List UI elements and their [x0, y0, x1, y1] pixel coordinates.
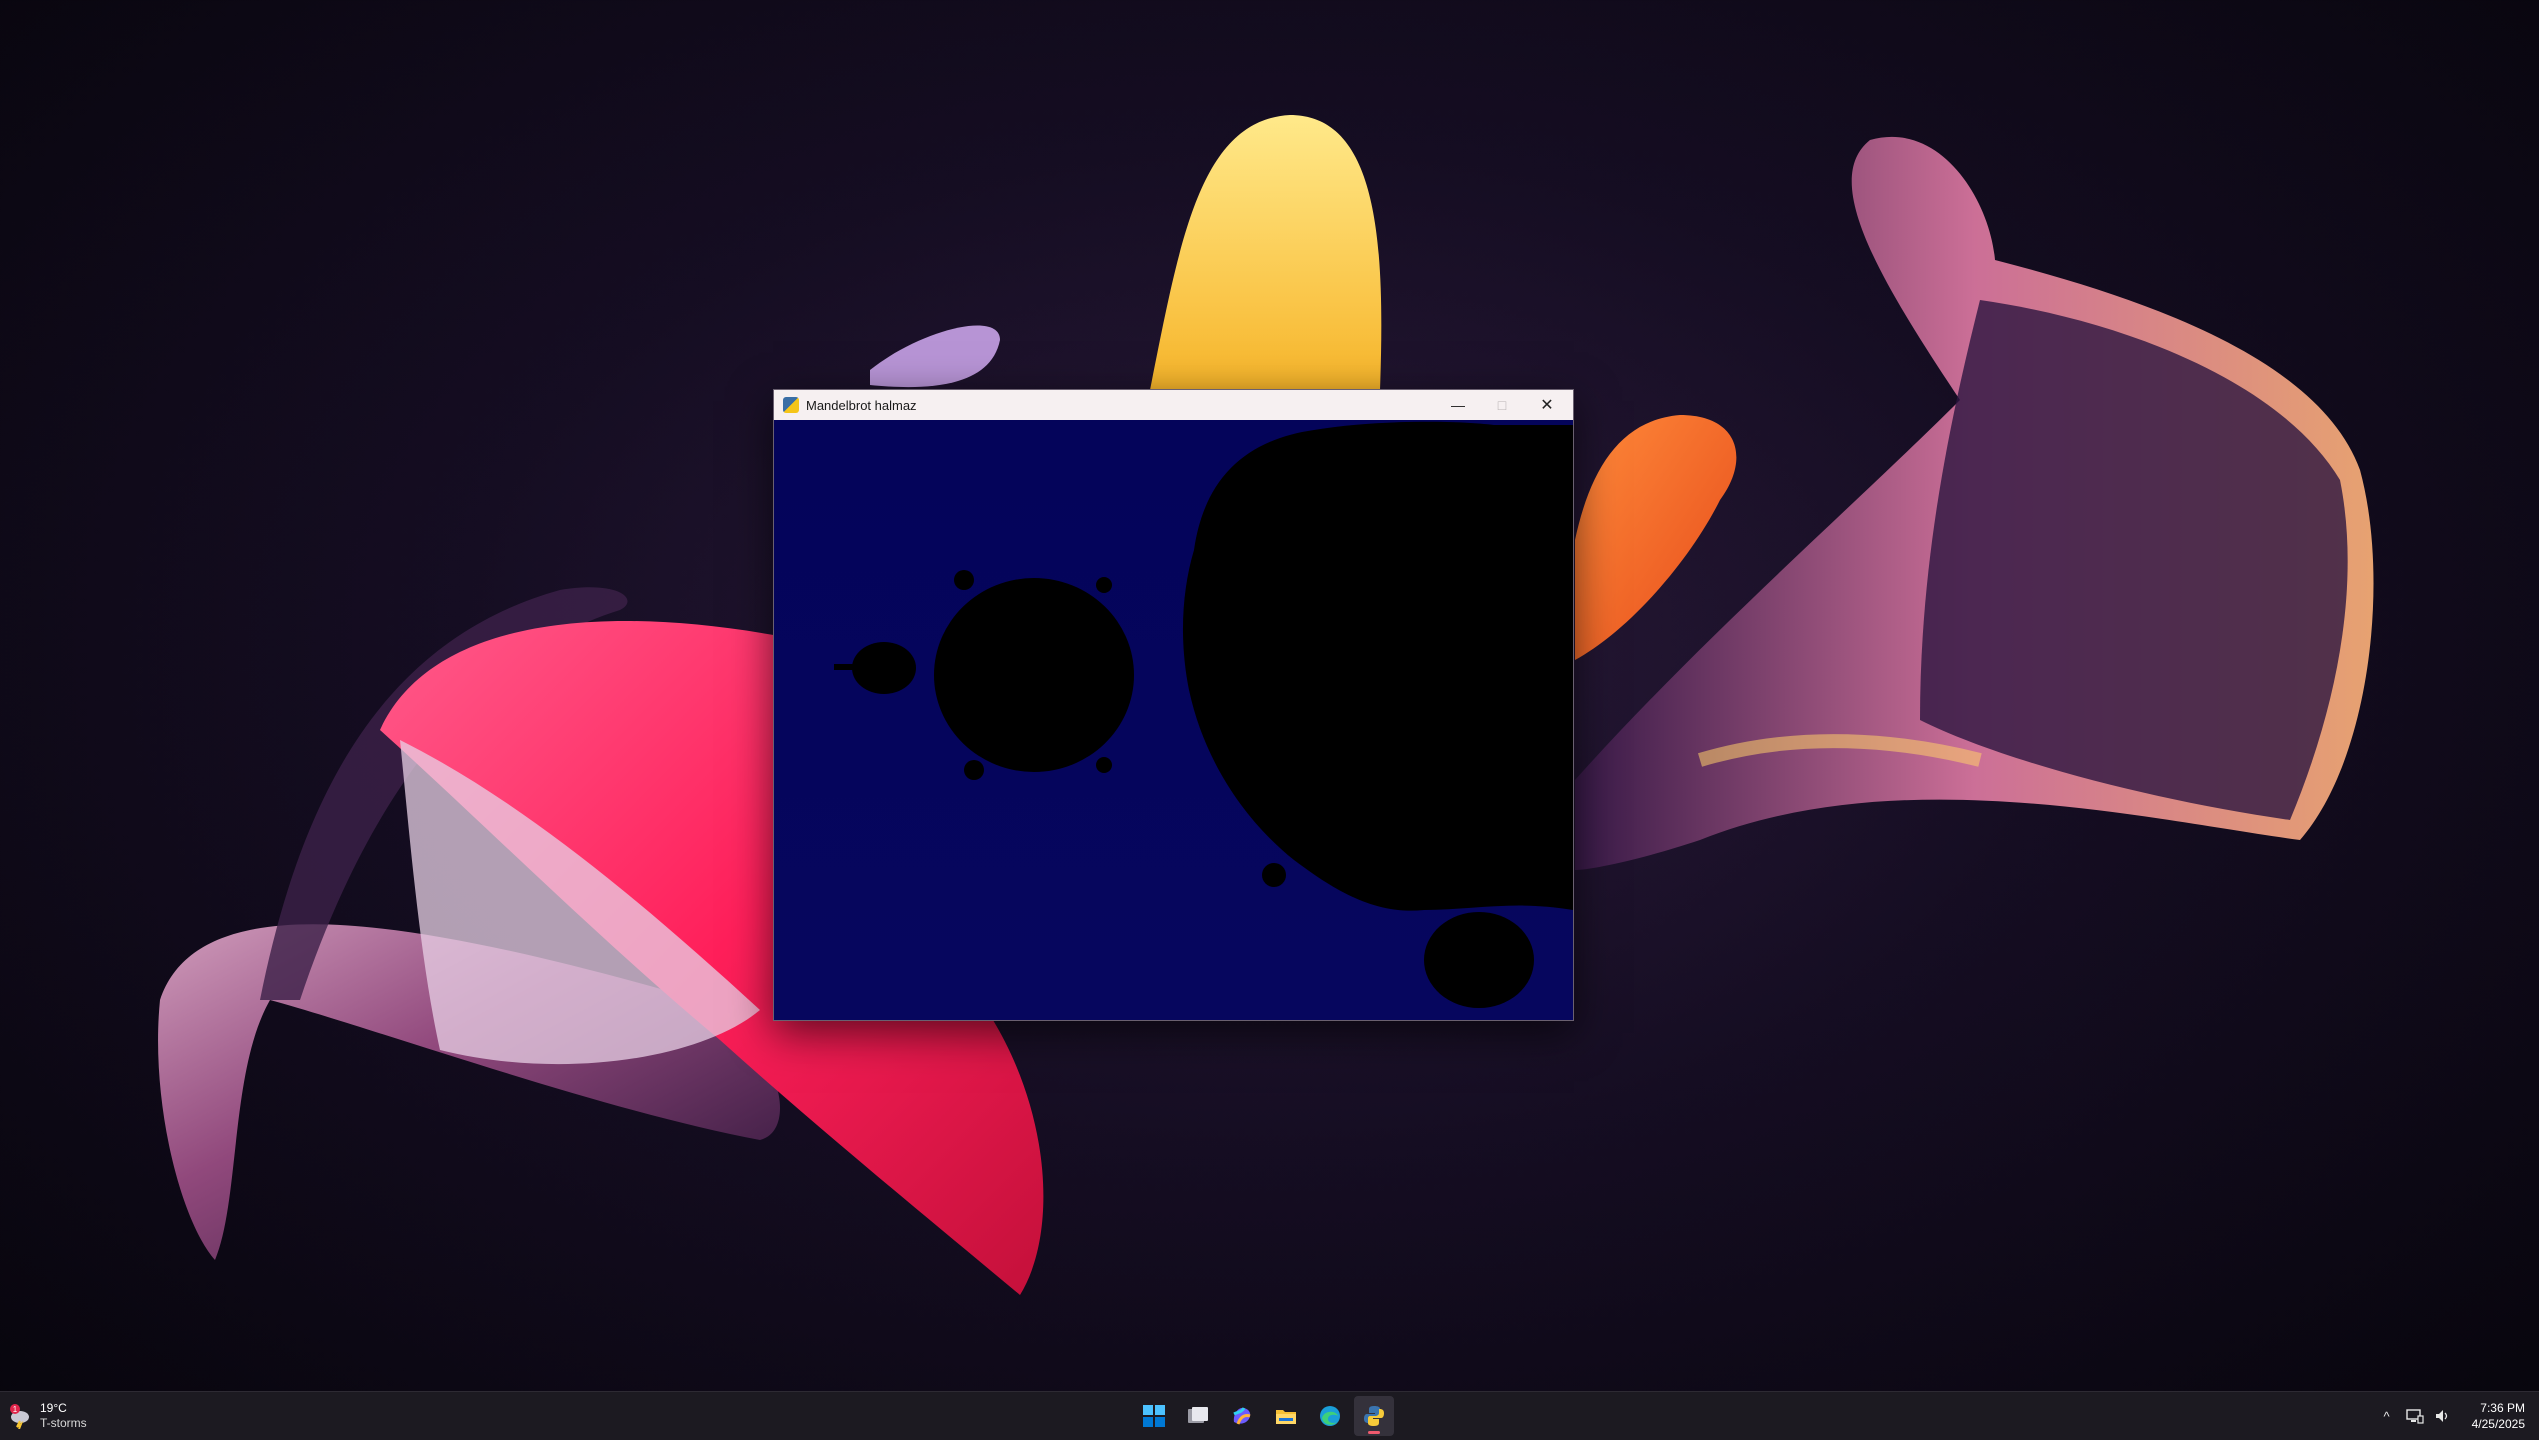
minimize-button[interactable]: — [1436, 390, 1480, 420]
thunderstorm-icon: 1 [8, 1403, 34, 1430]
weather-condition: T-storms [40, 1416, 87, 1430]
window-title: Mandelbrot halmaz [806, 397, 917, 413]
maximize-button[interactable]: □ [1480, 390, 1524, 420]
mandelbrot-main-bulb [934, 578, 1134, 772]
clock-date: 4/25/2025 [2471, 1417, 2525, 1431]
network-icon[interactable] [2405, 1407, 2424, 1425]
mandelbrot-lower-bulb [1424, 912, 1534, 1008]
window-titlebar[interactable]: Mandelbrot halmaz — □ ✕ [774, 390, 1573, 420]
mandelbrot-set-render [834, 421, 1573, 1008]
copilot-icon[interactable] [1222, 1396, 1262, 1436]
volume-icon[interactable] [2434, 1407, 2452, 1425]
weather-badge: 1 [13, 1405, 18, 1414]
clock-time: 7:36 PM [2480, 1401, 2525, 1415]
taskbar-apps [1134, 1396, 1394, 1436]
task-view-icon[interactable] [1178, 1396, 1218, 1436]
weather-widget[interactable]: 1 19°C T-storms [8, 1398, 87, 1434]
python-icon[interactable] [1354, 1396, 1394, 1436]
weather-temperature: 19°C [40, 1401, 67, 1415]
mandelbrot-cardioid [1182, 421, 1573, 911]
chevron-up-icon[interactable]: ^ [2378, 1407, 2396, 1425]
close-button[interactable]: ✕ [1525, 390, 1569, 420]
folder-icon[interactable] [1266, 1396, 1306, 1436]
system-tray: ^ 7:36 PM 4/25/2025 [2378, 1392, 2531, 1440]
python-icon [783, 397, 799, 413]
mandelbrot-canvas[interactable] [774, 420, 1573, 1020]
windows-start-icon[interactable] [1134, 1396, 1174, 1436]
mandelbrot-window: Mandelbrot halmaz — □ ✕ [773, 389, 1574, 1021]
edge-browser-icon[interactable] [1310, 1396, 1350, 1436]
taskbar-clock[interactable]: 7:36 PM 4/25/2025 [2472, 1400, 2525, 1432]
taskbar: 1 19°C T-storms ^ 7:36 PM 4/25/2025 [0, 1391, 2539, 1440]
